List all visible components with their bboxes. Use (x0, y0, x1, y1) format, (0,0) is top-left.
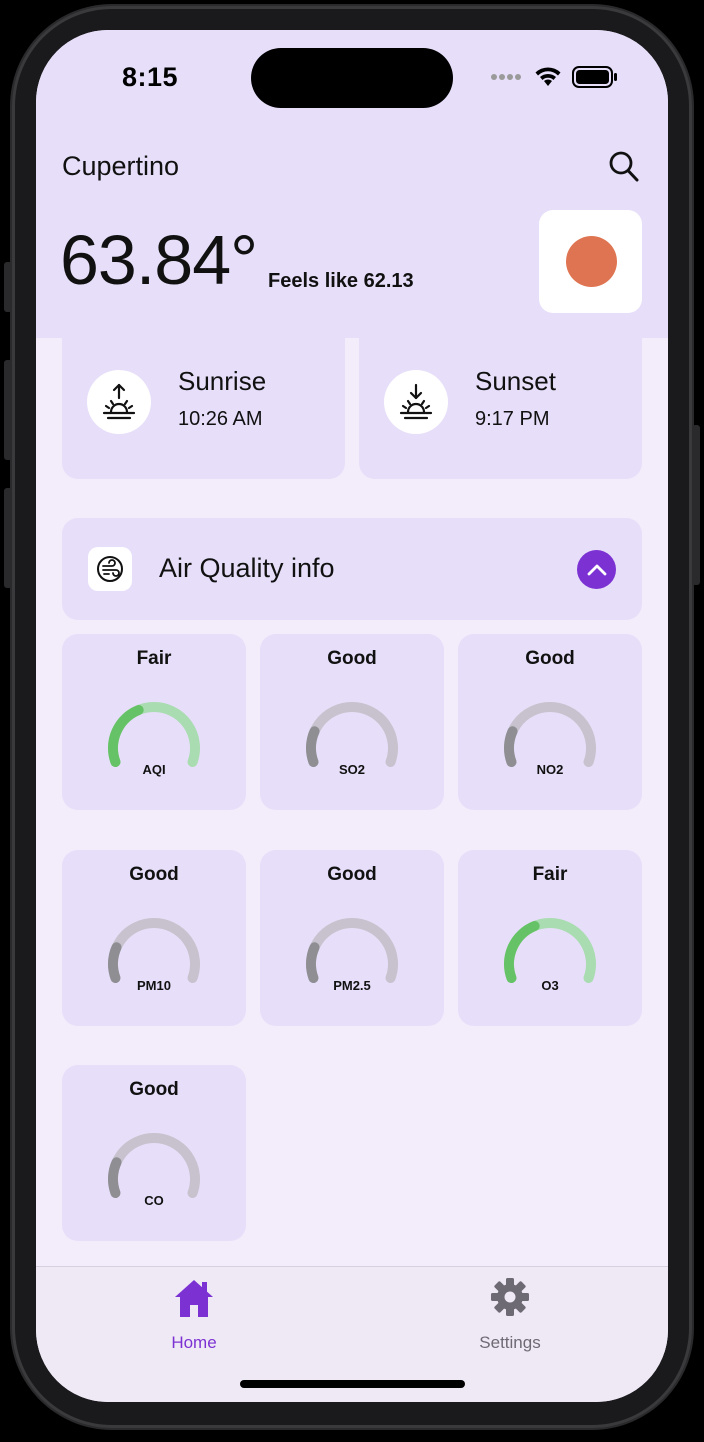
sunrise-icon (102, 383, 136, 420)
dynamic-island (251, 48, 453, 108)
gauge-card-pm25[interactable]: Good PM2.5 (260, 850, 444, 1026)
app-screen: 8:15 Cupertino 63.84° Feels like 62.13 S… (36, 30, 668, 1402)
volume-down-button (4, 488, 12, 588)
chevron-up-icon (587, 564, 606, 575)
gauge-track (306, 702, 398, 768)
gauge-card-o3[interactable]: Fair O3 (458, 850, 642, 1026)
sunrise-time: 10:26 AM (178, 408, 263, 430)
gauge-card-aqi[interactable]: Fair AQI (62, 634, 246, 810)
gauge-label: O3 (541, 978, 559, 993)
tab-home-label: Home (171, 1333, 217, 1352)
current-temperature: 63.84° (60, 221, 258, 299)
gauge-status: Fair (532, 864, 568, 885)
gauge-card-pm10[interactable]: Good PM10 (62, 850, 246, 1026)
home-icon (175, 1280, 213, 1317)
sunset-icon-container (384, 370, 448, 434)
city-name: Cupertino (62, 151, 180, 181)
air-quality-title: Air Quality info (159, 553, 335, 583)
gauge-fill (306, 726, 320, 768)
gauge-status: Good (327, 864, 377, 885)
cellular-signal-icon (491, 74, 521, 80)
gauge-label: SO2 (338, 762, 365, 777)
gauge-card-no2[interactable]: Good NO2 (458, 634, 642, 810)
gauge-track (108, 1133, 200, 1199)
wifi-icon (535, 67, 561, 86)
gauge-label: PM2.5 (333, 978, 371, 993)
sunrise-card: Sunrise 10:26 AM (62, 338, 345, 479)
gauge-label: PM10 (137, 978, 171, 993)
gauge-fill (504, 726, 518, 768)
home-indicator (240, 1380, 465, 1388)
air-quality-header[interactable]: Air Quality info (62, 518, 642, 620)
feels-like: Feels like 62.13 (268, 270, 414, 292)
wind-icon (97, 556, 123, 582)
power-button (692, 425, 700, 585)
volume-up-button (4, 360, 12, 460)
gauge-fill (108, 1157, 122, 1199)
battery-icon (572, 66, 617, 88)
silent-switch (4, 262, 12, 312)
sun-icon (566, 236, 617, 287)
gear-icon (491, 1278, 529, 1316)
collapse-button[interactable] (577, 550, 616, 589)
gauge-track (108, 918, 200, 984)
gauge-fill (306, 942, 320, 984)
gauge-label: NO2 (536, 762, 564, 777)
weather-condition-image (539, 210, 642, 313)
sunrise-icon-container (87, 370, 151, 434)
gauge-status: Good (327, 648, 377, 669)
sunset-time: 9:17 PM (475, 408, 550, 430)
gauge-status: Good (525, 648, 575, 669)
search-button[interactable] (608, 150, 640, 184)
sunset-card: Sunset 9:17 PM (359, 338, 642, 479)
sunset-title: Sunset (475, 366, 556, 396)
gauge-track (306, 918, 398, 984)
gauge-fill (108, 704, 144, 768)
gauge-status: Good (129, 1079, 179, 1100)
air-quality-icon-container (88, 547, 132, 591)
gauge-card-so2[interactable]: Good SO2 (260, 634, 444, 810)
gauge-label: CO (144, 1193, 164, 1208)
tab-settings[interactable]: Settings (450, 1275, 570, 1355)
sunset-icon (399, 383, 433, 420)
gauge-label: AQI (142, 762, 166, 777)
search-icon (609, 151, 639, 182)
gauge-status: Good (129, 864, 179, 885)
tab-home[interactable]: Home (134, 1275, 254, 1355)
gauge-fill (504, 920, 540, 984)
gauge-status: Fair (136, 648, 172, 669)
sunrise-title: Sunrise (178, 366, 267, 396)
status-icons (490, 66, 618, 88)
tab-settings-label: Settings (479, 1333, 541, 1352)
gauge-fill (108, 942, 122, 984)
gauge-track (504, 702, 596, 768)
gauge-card-co[interactable]: Good CO (62, 1065, 246, 1241)
status-time: 8:15 (122, 62, 179, 92)
